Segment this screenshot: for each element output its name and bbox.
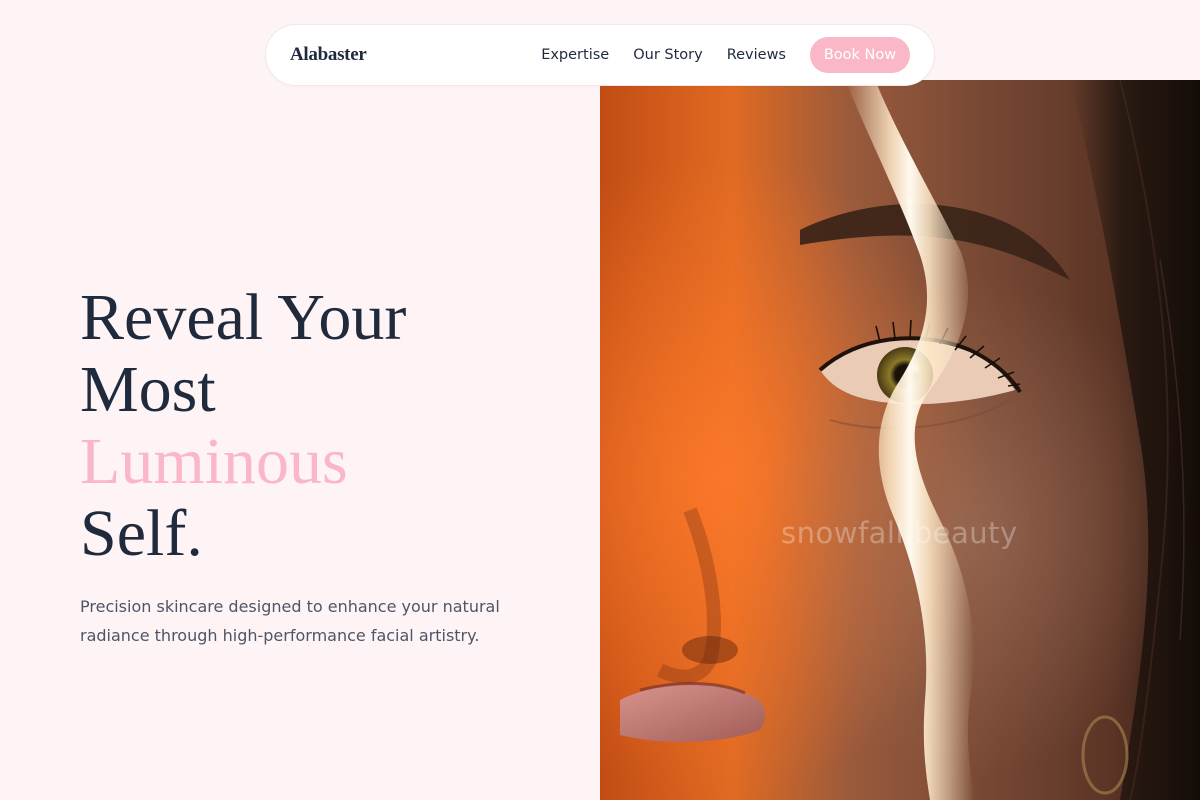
- brand-logo[interactable]: Alabaster: [290, 44, 367, 66]
- book-now-button[interactable]: Book Now: [810, 37, 910, 73]
- nav-link-expertise[interactable]: Expertise: [541, 47, 609, 63]
- hero-subtitle: Precision skincare designed to enhance y…: [80, 597, 500, 645]
- hero-title: Reveal Your Most Luminous Self.: [80, 282, 580, 570]
- nav-link-our-story[interactable]: Our Story: [633, 47, 702, 63]
- top-navbar: Alabaster Expertise Our Story Reviews Bo…: [265, 24, 935, 86]
- nav-link-reviews[interactable]: Reviews: [727, 47, 786, 63]
- hero-portrait-image: snowfall.beauty: [600, 80, 1200, 800]
- hero-title-accent: Luminous: [80, 425, 348, 498]
- hero-title-line-4: Self.: [80, 497, 203, 570]
- hero-title-line-1: Reveal Your: [80, 281, 407, 354]
- image-watermark: snowfall.beauty: [781, 516, 1018, 550]
- nav-links: Expertise Our Story Reviews Book Now: [541, 37, 910, 73]
- hero-title-line-2: Most: [80, 353, 216, 426]
- nostril: [682, 636, 738, 664]
- page: Alabaster Expertise Our Story Reviews Bo…: [0, 0, 1200, 800]
